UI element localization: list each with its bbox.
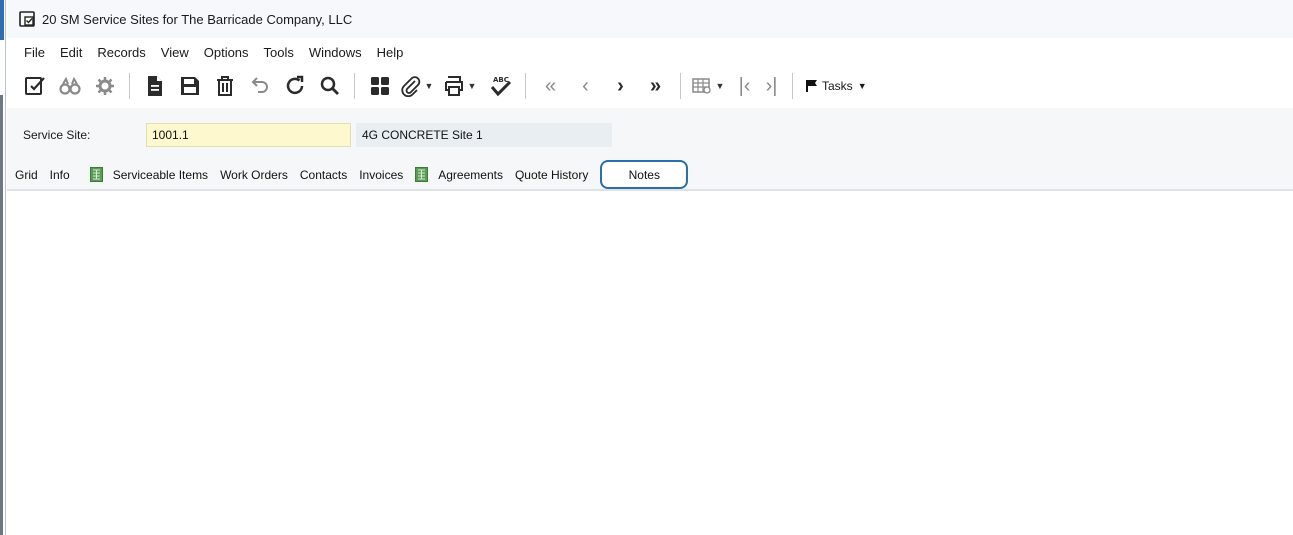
flag-icon <box>806 80 817 92</box>
undo-icon <box>251 77 268 93</box>
find-button[interactable] <box>52 70 87 102</box>
first-record-icon: « <box>544 75 557 97</box>
settings-button[interactable] <box>87 70 122 102</box>
menu-windows[interactable]: Windows <box>302 45 370 60</box>
tab-contacts[interactable]: Contacts <box>294 159 353 190</box>
next-record-icon: › <box>617 75 624 97</box>
service-site-input[interactable] <box>146 123 351 147</box>
tab-grid[interactable]: Grid <box>9 159 44 190</box>
service-site-description: 4G CONCRETE Site 1 <box>356 123 612 147</box>
delete-trash-icon <box>216 76 233 96</box>
tab-agreements-label: Agreements <box>438 167 503 182</box>
background-window-strip-dark <box>0 95 3 535</box>
refresh-button[interactable] <box>277 70 312 102</box>
first-column-icon: |‹ <box>738 75 751 97</box>
left-window-edge <box>0 0 6 535</box>
service-sites-window: 20 SM Service Sites for The Barricade Co… <box>7 0 1293 535</box>
service-site-label: Service Site: <box>23 128 91 142</box>
new-record-button[interactable] <box>137 70 172 102</box>
save-button[interactable] <box>172 70 207 102</box>
tasks-dropdown-caret: ▼ <box>857 81 867 91</box>
search-button[interactable] <box>312 70 347 102</box>
spellcheck-button[interactable]: ABC <box>483 70 518 102</box>
print-button[interactable] <box>440 70 467 102</box>
refresh-icon <box>286 75 303 95</box>
grid-options-button[interactable] <box>688 70 715 102</box>
menu-options[interactable]: Options <box>197 45 257 60</box>
first-record-button[interactable]: « <box>533 70 568 102</box>
last-column-button[interactable]: ›| <box>758 70 785 102</box>
undo-button[interactable] <box>242 70 277 102</box>
last-column-icon: ›| <box>765 75 778 97</box>
grid-options-dropdown-caret[interactable]: ▼ <box>715 81 725 91</box>
tab-work-orders[interactable]: Work Orders <box>214 159 294 190</box>
window-title: 20 SM Service Sites for The Barricade Co… <box>42 11 353 27</box>
toolbar-separator <box>525 73 526 99</box>
app-form-icon <box>19 11 35 27</box>
tasks-label: Tasks <box>822 79 853 93</box>
menu-bar: File Edit Records View Options Tools Win… <box>7 40 1293 64</box>
grid-layout-button[interactable] <box>362 70 397 102</box>
grid-options-icon <box>691 78 711 94</box>
attachment-button[interactable] <box>397 70 424 102</box>
spreadsheet-icon <box>415 167 429 182</box>
edit-record-icon <box>24 77 45 95</box>
print-icon <box>444 76 463 96</box>
spreadsheet-icon <box>89 167 103 182</box>
print-dropdown-caret[interactable]: ▼ <box>467 81 477 91</box>
toolbar-separator <box>129 73 130 99</box>
tab-notes[interactable]: Notes <box>600 160 689 189</box>
previous-record-button[interactable]: ‹ <box>568 70 603 102</box>
spellcheck-icon: ABC <box>490 76 511 97</box>
toolbar-separator <box>354 73 355 99</box>
grid-layout-icon <box>370 77 389 95</box>
toolbar: ▼ ▼ ABC « ‹ › » ▼ |‹ ›| Tasks ▼ <box>7 66 1293 106</box>
svg-text:ABC: ABC <box>493 76 509 84</box>
tab-serviceable-items[interactable]: Serviceable Items <box>84 159 214 190</box>
last-record-icon: » <box>649 75 662 97</box>
menu-view[interactable]: View <box>154 45 197 60</box>
settings-gear-icon <box>95 77 114 95</box>
save-icon <box>180 77 199 95</box>
title-bar[interactable]: 20 SM Service Sites for The Barricade Co… <box>7 0 1293 38</box>
attachment-clip-icon <box>400 76 420 97</box>
last-record-button[interactable]: » <box>638 70 673 102</box>
tasks-menu-button[interactable]: Tasks ▼ <box>806 79 867 93</box>
delete-button[interactable] <box>207 70 242 102</box>
menu-tools[interactable]: Tools <box>257 45 302 60</box>
tab-info[interactable]: Info <box>44 159 84 190</box>
edit-record-button[interactable] <box>17 70 52 102</box>
notes-content-pane[interactable] <box>7 193 1293 535</box>
toolbar-separator <box>792 73 793 99</box>
tab-agreements[interactable]: Agreements <box>409 159 509 190</box>
menu-edit[interactable]: Edit <box>53 45 90 60</box>
find-binoculars-icon <box>58 76 81 95</box>
first-column-button[interactable]: |‹ <box>731 70 758 102</box>
new-document-icon <box>147 76 162 96</box>
tab-bar: Grid Info Serviceable Items Work Orders … <box>7 160 1293 191</box>
menu-file[interactable]: File <box>17 45 53 60</box>
attachment-dropdown-caret[interactable]: ▼ <box>424 81 434 91</box>
tab-quote-history[interactable]: Quote History <box>509 159 594 190</box>
previous-record-icon: ‹ <box>582 75 589 97</box>
menu-records[interactable]: Records <box>90 45 153 60</box>
toolbar-separator <box>680 73 681 99</box>
menu-help[interactable]: Help <box>370 45 412 60</box>
search-icon <box>320 76 339 95</box>
tab-serviceable-items-label: Serviceable Items <box>112 167 209 182</box>
tab-invoices[interactable]: Invoices <box>353 159 409 190</box>
background-window-strip <box>0 0 4 40</box>
next-record-button[interactable]: › <box>603 70 638 102</box>
